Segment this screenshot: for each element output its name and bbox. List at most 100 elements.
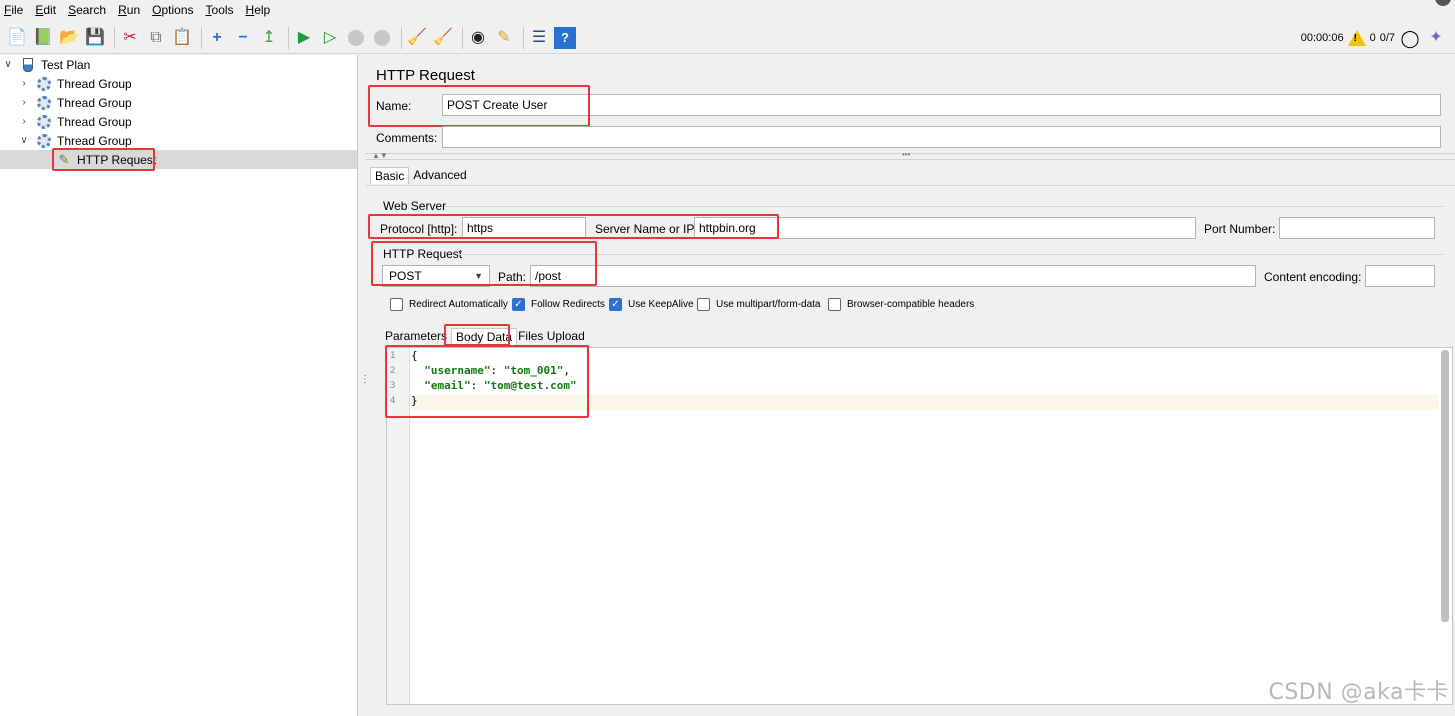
menu-search[interactable]: Search	[68, 3, 106, 17]
tab-underline	[366, 185, 1455, 186]
selection-highlight	[0, 150, 357, 169]
editor-scrollbar[interactable]	[1441, 350, 1449, 622]
browser-headers-checkbox[interactable]: Browser-compatible headers	[828, 298, 974, 311]
protocol-field[interactable]: https	[462, 217, 586, 239]
window-control-icon[interactable]	[1435, 0, 1451, 6]
line-number: 1	[390, 351, 396, 361]
checkbox-icon[interactable]	[828, 298, 841, 311]
chevron-right-icon[interactable]: ›	[18, 97, 30, 108]
status-area: 00:00:06 ! 0 0/7 ◯ ✦	[1301, 22, 1447, 54]
search-icon[interactable]: ◉	[467, 27, 489, 49]
chevron-right-icon[interactable]: ›	[18, 78, 30, 89]
open-icon[interactable]: 📂	[58, 27, 80, 49]
code-token: :	[490, 364, 504, 377]
data-tabs: Parameters Body Data Files Upload	[384, 328, 589, 345]
checkbox-icon[interactable]	[390, 298, 403, 311]
templates-icon[interactable]: 📗	[32, 27, 54, 49]
toolbar-separator	[288, 26, 289, 49]
checkbox-label: Use multipart/form-data	[716, 299, 821, 310]
comments-field[interactable]	[442, 126, 1441, 148]
thread-count: 0/7	[1379, 32, 1395, 44]
chevron-down-icon[interactable]: ∨	[18, 135, 30, 146]
toolbar: 📄 📗 📂 💾 ✂ ⧉ 📋 + − ↥ ▶ ▷ ⬤ ⬤ 🧹 🧹 ◉ ✎ ☰ ? …	[0, 22, 1455, 54]
checkbox-label: Follow Redirects	[531, 299, 605, 310]
reset-search-icon[interactable]: ✎	[493, 27, 515, 49]
copy-icon[interactable]: ⧉	[145, 27, 167, 49]
menu-edit[interactable]: Edit	[35, 3, 56, 17]
redirect-auto-checkbox[interactable]: Redirect Automatically	[390, 298, 508, 311]
tree-item-http-request[interactable]: ✎ HTTP Request	[56, 150, 157, 169]
cut-icon[interactable]: ✂	[119, 27, 141, 49]
chevron-down-icon[interactable]: ∨	[2, 59, 14, 70]
name-field[interactable]: POST Create User	[442, 94, 1441, 116]
multipart-checkbox[interactable]: Use multipart/form-data	[697, 298, 820, 311]
expand-icon[interactable]: +	[206, 27, 228, 49]
feather-icon[interactable]: ✦	[1425, 27, 1447, 49]
tab-advanced[interactable]: Advanced	[409, 167, 470, 184]
start-icon[interactable]: ▶	[293, 27, 315, 49]
server-label: Server Name or IP:	[595, 222, 698, 236]
tree-item-label: Thread Group	[57, 95, 132, 110]
method-select[interactable]: POST ▼	[382, 265, 490, 287]
gear-icon	[36, 76, 52, 92]
server-field[interactable]: httpbin.org	[694, 217, 1196, 239]
menu-tools[interactable]: Tools	[206, 3, 234, 17]
code-token: :	[470, 379, 484, 392]
port-field[interactable]	[1279, 217, 1435, 239]
stop-icon[interactable]: ⬤	[345, 27, 367, 49]
shutdown-icon[interactable]: ⬤	[371, 27, 393, 49]
tree-item-thread-group[interactable]: › Thread Group	[18, 74, 132, 93]
tree-item-thread-group[interactable]: ∨ Thread Group	[18, 131, 132, 150]
collapse-icon[interactable]: −	[232, 27, 254, 49]
checkbox-label: Redirect Automatically	[409, 299, 508, 310]
checkmark-icon[interactable]: ✓	[609, 298, 622, 311]
json-value: "tom@test.com"	[483, 379, 577, 392]
toolbar-separator	[523, 26, 524, 49]
checkbox-icon[interactable]	[697, 298, 710, 311]
keepalive-checkbox[interactable]: ✓ Use KeepAlive	[609, 298, 694, 311]
clear-icon[interactable]: 🧹	[406, 27, 428, 49]
remote-icon[interactable]: ◯	[1399, 27, 1421, 49]
name-label: Name:	[376, 99, 412, 113]
menu-options[interactable]: Options	[152, 3, 193, 17]
tab-parameters[interactable]: Parameters	[384, 328, 451, 345]
chevron-right-icon[interactable]: ›	[18, 116, 30, 127]
tree-item-thread-group[interactable]: › Thread Group	[18, 93, 132, 112]
checkmark-icon[interactable]: ✓	[512, 298, 525, 311]
paste-icon[interactable]: 📋	[171, 27, 193, 49]
help-icon[interactable]: ?	[554, 26, 576, 49]
menu-file[interactable]: File	[4, 3, 23, 17]
code-token: {	[411, 349, 418, 362]
menu-help[interactable]: Help	[246, 3, 271, 17]
line-number: 2	[390, 366, 396, 376]
toggle-icon[interactable]: ↥	[258, 27, 280, 49]
warning-icon[interactable]: !	[1347, 30, 1366, 46]
tree-item-thread-group[interactable]: › Thread Group	[18, 112, 132, 131]
tree-item-test-plan[interactable]: ∨ Test Plan	[2, 55, 90, 74]
menu-run[interactable]: Run	[118, 3, 140, 17]
tab-body-data[interactable]: Body Data	[451, 328, 518, 345]
checkbox-label: Browser-compatible headers	[847, 299, 975, 310]
clear-all-icon[interactable]: 🧹	[432, 27, 454, 49]
fieldset-line	[458, 254, 1444, 255]
line-number: 4	[390, 396, 396, 406]
tab-files-upload[interactable]: Files Upload	[517, 328, 589, 345]
flask-icon	[20, 57, 36, 73]
gear-icon	[36, 114, 52, 130]
tree-item-label: Test Plan	[41, 57, 91, 72]
encoding-field[interactable]	[1365, 265, 1435, 287]
follow-redirects-checkbox[interactable]: ✓ Follow Redirects	[512, 298, 605, 311]
http-request-panel: HTTP Request Name: POST Create User Comm…	[366, 55, 1455, 716]
function-helper-icon[interactable]: ☰	[528, 27, 550, 49]
new-icon[interactable]: 📄	[6, 27, 28, 49]
path-field[interactable]: /post	[530, 265, 1256, 287]
tab-basic[interactable]: Basic	[370, 167, 410, 184]
split-pane-divider[interactable]: ⋮	[358, 55, 370, 716]
body-data-editor[interactable]: 1 2 3 4 { "username": "tom_001", "email"…	[386, 347, 1453, 705]
current-line-highlight	[411, 395, 1439, 410]
method-value: POST	[389, 269, 422, 283]
start-no-pause-icon[interactable]: ▷	[319, 27, 341, 49]
gear-icon	[36, 133, 52, 149]
save-icon[interactable]: 💾	[84, 27, 106, 49]
panel-divider[interactable]: ▲▼ •••	[366, 150, 1455, 160]
